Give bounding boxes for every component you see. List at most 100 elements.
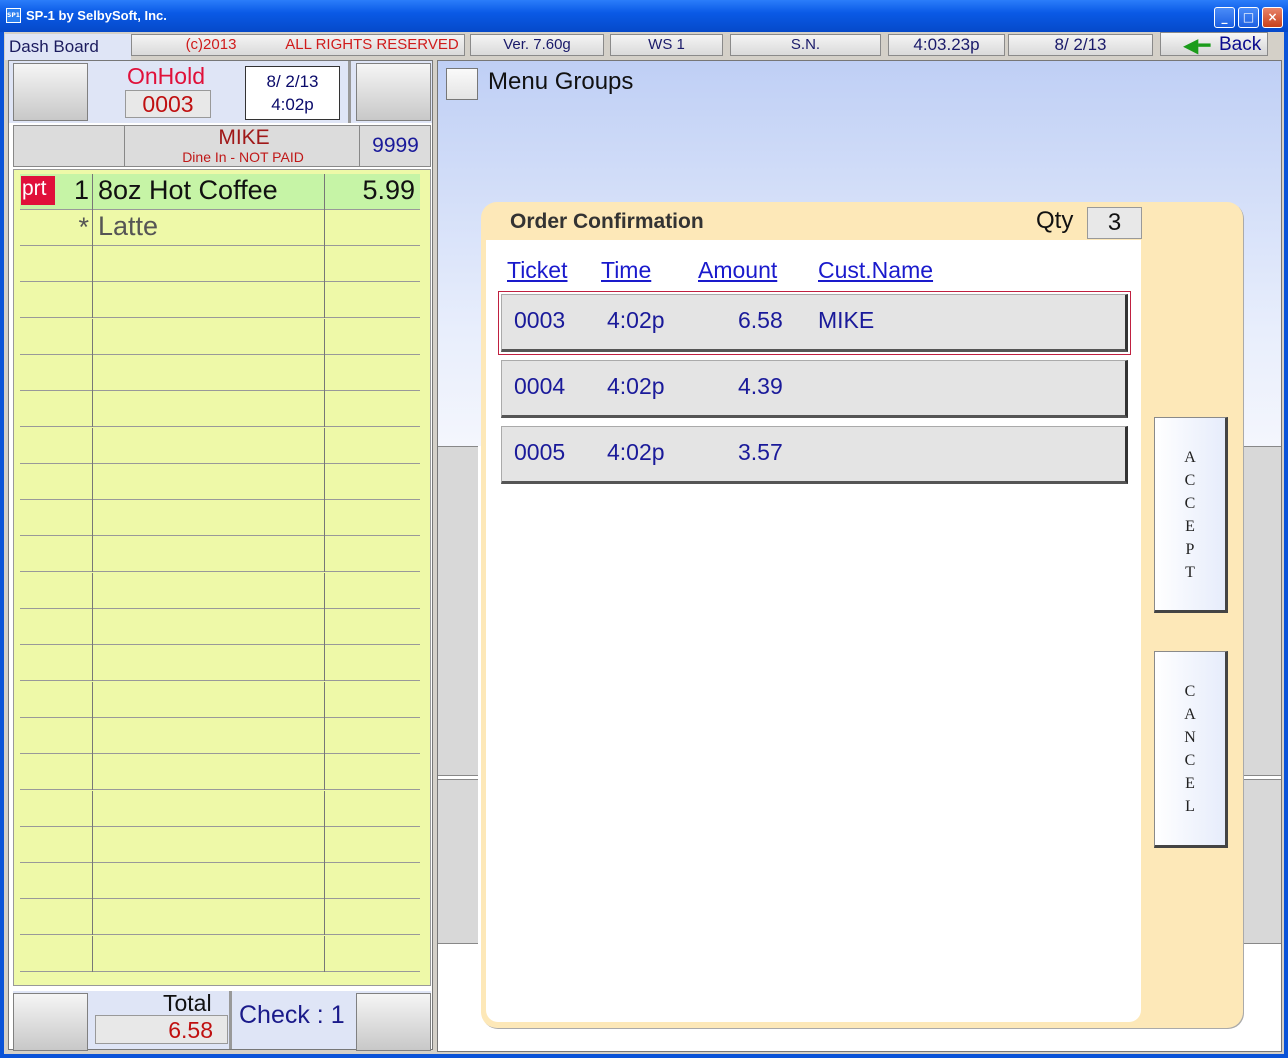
order-item-qty-cell <box>20 935 93 972</box>
ticket-number: 0003 <box>125 90 211 118</box>
order-item-qty-cell: prt 1 <box>20 174 93 210</box>
ticket-left-button[interactable] <box>13 63 88 121</box>
order-item-name-cell <box>93 681 325 718</box>
order-item-row[interactable]: prt 1 8oz Hot Coffee 5.99 <box>20 174 420 210</box>
empty-order-row[interactable] <box>20 427 420 464</box>
accept-letter: C <box>1184 472 1196 489</box>
menu-group-tile-left[interactable] <box>438 446 478 776</box>
order-item-qty-cell <box>20 246 93 282</box>
accept-letter: C <box>1184 495 1196 512</box>
ticket-right-button[interactable] <box>356 63 431 121</box>
order-item-name-cell <box>93 609 325 645</box>
print-flag-badge: prt <box>21 176 55 205</box>
order-item-name: 8oz Hot Coffee <box>98 175 278 205</box>
empty-order-row[interactable] <box>20 717 420 754</box>
empty-order-row[interactable] <box>20 681 420 718</box>
empty-order-row[interactable] <box>20 318 420 355</box>
empty-order-row[interactable] <box>20 863 420 900</box>
ticket-time: 4:02p <box>271 95 314 114</box>
back-button[interactable]: ◀━ Back <box>1160 32 1268 57</box>
order-item-name-cell: 8oz Hot Coffee <box>93 174 325 210</box>
order-items-list: prt 1 8oz Hot Coffee 5.99 * Latte <box>13 169 431 986</box>
ticket-time-cell: 4:02p <box>607 439 665 465</box>
order-item-name-cell <box>93 536 325 573</box>
column-header-cust-name[interactable]: Cust.Name <box>818 257 933 284</box>
empty-order-row[interactable] <box>20 391 420 428</box>
order-item-name-cell <box>93 754 325 791</box>
rights-field: ALL RIGHTS RESERVED <box>280 34 465 56</box>
ticket-row[interactable]: 0005 4:02p 3.57 <box>501 426 1128 484</box>
clock-field: 4:03.23p <box>888 34 1005 56</box>
cancel-button[interactable]: C A N C E L <box>1154 651 1228 848</box>
cancel-letter: L <box>1185 798 1195 815</box>
menu-group-tile-left[interactable] <box>438 779 478 944</box>
empty-order-row[interactable] <box>20 754 420 791</box>
version-field: Ver. 7.60g <box>470 34 604 56</box>
empty-order-row[interactable] <box>20 609 420 645</box>
empty-order-row[interactable] <box>20 463 420 500</box>
window-title: SP-1 by SelbySoft, Inc. <box>26 8 167 23</box>
minimize-button[interactable]: _ <box>1214 7 1235 28</box>
footer-divider <box>229 991 232 1049</box>
close-button[interactable]: × <box>1262 7 1283 28</box>
empty-order-row[interactable] <box>20 899 420 936</box>
empty-order-row[interactable] <box>20 790 420 827</box>
ticket-time-cell: 4:02p <box>607 307 665 333</box>
order-item-name-cell <box>93 246 325 282</box>
empty-order-row[interactable] <box>20 645 420 682</box>
order-item-qty-cell <box>20 463 93 500</box>
empty-order-row[interactable] <box>20 354 420 391</box>
qty-label: Qty <box>1036 207 1074 234</box>
cancel-letter: N <box>1184 729 1196 746</box>
order-item-name-cell <box>93 463 325 500</box>
order-item-qty-cell <box>20 318 93 355</box>
empty-order-row[interactable] <box>20 500 420 537</box>
empty-order-row[interactable] <box>20 826 420 863</box>
menu-group-tile-right[interactable] <box>1241 779 1281 944</box>
empty-order-row[interactable] <box>20 536 420 573</box>
order-item-name-cell <box>93 354 325 391</box>
serial-field: S.N. <box>730 34 881 56</box>
order-item-qty-cell <box>20 536 93 573</box>
column-header-time[interactable]: Time <box>601 257 651 284</box>
footer-right-button[interactable] <box>356 993 431 1051</box>
dash-board-tab[interactable]: Dash Board <box>5 34 131 60</box>
ticket-row[interactable]: 0004 4:02p 4.39 <box>501 360 1128 418</box>
column-header-ticket[interactable]: Ticket <box>507 257 568 284</box>
order-item-qty-cell <box>20 427 93 464</box>
accept-button[interactable]: A C C E P T <box>1154 417 1228 613</box>
ticket-row[interactable]: 0003 4:02p 6.58 MIKE <box>498 291 1131 355</box>
ticket-footer: Total 6.58 Check : 1 <box>13 990 431 1051</box>
order-item-name-cell <box>93 391 325 428</box>
order-item-qty-cell <box>20 645 93 682</box>
order-item-qty-cell <box>20 754 93 791</box>
back-arrow-icon: ◀━ <box>1183 35 1211 57</box>
order-item-row[interactable]: * Latte <box>20 210 420 246</box>
ticket-panel: OnHold 0003 8/ 2/13 4:02p MIKE Dine In -… <box>8 60 433 1051</box>
order-item-name-cell <box>93 717 325 754</box>
order-item-qty-cell <box>20 282 93 319</box>
app-client-area: Dash Board (c)2013 ALL RIGHTS RESERVED V… <box>4 32 1284 1054</box>
maximize-button[interactable]: □ <box>1238 7 1259 28</box>
ticket-datetime: 8/ 2/13 4:02p <box>245 66 340 120</box>
column-header-amount[interactable]: Amount <box>698 257 777 284</box>
empty-order-row[interactable] <box>20 935 420 972</box>
order-item-name-cell: Latte <box>93 210 325 246</box>
order-item-name-cell <box>93 645 325 682</box>
accept-letter: T <box>1185 564 1195 581</box>
total-value: 6.58 <box>95 1015 228 1044</box>
customer-row[interactable]: MIKE Dine In - NOT PAID 9999 <box>13 125 431 167</box>
menu-groups-checkbox[interactable] <box>446 68 478 100</box>
empty-order-row[interactable] <box>20 282 420 319</box>
order-item-name-cell <box>93 318 325 355</box>
empty-order-row[interactable] <box>20 246 420 282</box>
check-count: Check : 1 <box>239 1001 345 1029</box>
ticket-date: 8/ 2/13 <box>266 72 319 91</box>
menu-group-tile-right[interactable] <box>1241 446 1281 776</box>
footer-left-button[interactable] <box>13 993 88 1051</box>
total-label: Total <box>163 990 212 1016</box>
customer-id: 9999 <box>359 126 431 166</box>
empty-order-row[interactable] <box>20 572 420 609</box>
order-item-name-cell <box>93 790 325 827</box>
order-item-qty-cell <box>20 391 93 428</box>
